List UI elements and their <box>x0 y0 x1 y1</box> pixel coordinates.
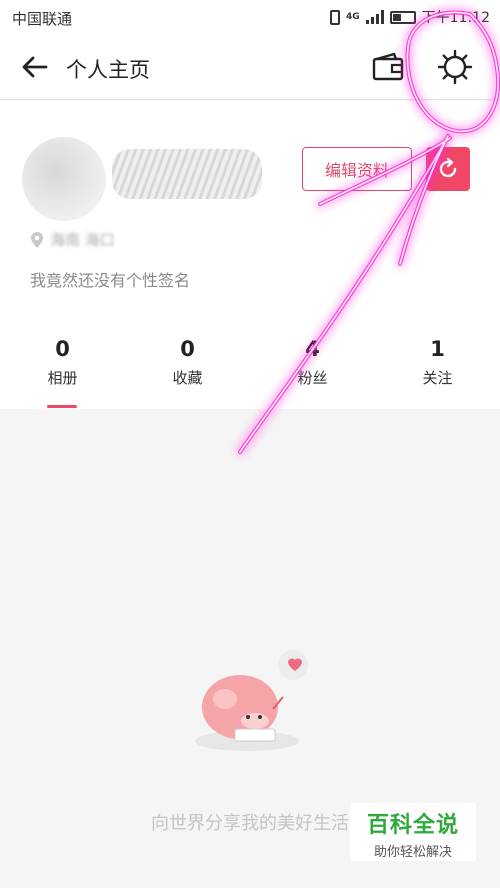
gear-icon <box>437 49 473 85</box>
bio-signature[interactable]: 我竟然还没有个性签名 <box>30 267 190 291</box>
stat-value: 0 <box>180 337 195 361</box>
stats-bar: 0 相册 0 收藏 4 粉丝 1 关注 <box>0 337 500 401</box>
stat-label: 收藏 <box>172 369 203 387</box>
location-text: 海南 海口 <box>50 231 115 249</box>
avatar[interactable] <box>22 137 106 221</box>
stat-albums[interactable]: 0 相册 <box>0 337 125 401</box>
page-title: 个人主页 <box>66 58 150 82</box>
app-header: 个人主页 <box>0 34 500 100</box>
location-pin-icon <box>31 231 43 248</box>
profile-card: 编辑资料 海南 海口 我竟然还没有个性签名 0 相册 0 收藏 4 粉丝 1 关… <box>0 101 500 409</box>
stat-label: 相册 <box>47 369 78 387</box>
stat-value: 1 <box>430 337 445 361</box>
watermark-subtitle: 助你轻松解决 <box>373 845 452 860</box>
stat-value: 4 <box>305 337 320 361</box>
wallet-button[interactable] <box>370 50 406 84</box>
stat-favorites[interactable]: 0 收藏 <box>125 337 250 401</box>
stat-following[interactable]: 1 关注 <box>375 337 500 401</box>
wallet-icon <box>372 52 404 81</box>
signal-icon <box>365 10 384 24</box>
stat-label: 关注 <box>422 369 453 387</box>
active-tab-indicator <box>47 405 77 408</box>
back-arrow-icon <box>22 56 48 78</box>
mascot-illustration <box>195 650 308 751</box>
carrier-name: 中国联通 <box>12 10 73 28</box>
edit-profile-button[interactable]: 编辑资料 <box>302 147 412 191</box>
watermark-logo: 百科全说 助你轻松解决 <box>350 803 476 861</box>
status-bar: 中国联通 4G 下午11:12 <box>0 0 500 34</box>
watermark-title: 百科全说 <box>366 813 459 838</box>
location-row: 海南 海口 <box>30 229 115 250</box>
back-button[interactable] <box>18 50 52 84</box>
clock: 下午11:12 <box>421 10 490 26</box>
status-icons: 4G 下午11:12 <box>329 7 490 27</box>
network-type: 4G <box>345 12 360 22</box>
username-redacted <box>112 149 262 199</box>
settings-button[interactable] <box>436 48 474 86</box>
stat-label: 粉丝 <box>297 369 328 387</box>
share-refresh-icon <box>439 157 457 178</box>
stat-followers[interactable]: 4 粉丝 <box>250 337 375 401</box>
share-button[interactable] <box>426 147 470 191</box>
battery-icon <box>389 10 416 24</box>
stat-value: 0 <box>55 337 70 361</box>
vibrate-icon <box>329 9 340 25</box>
